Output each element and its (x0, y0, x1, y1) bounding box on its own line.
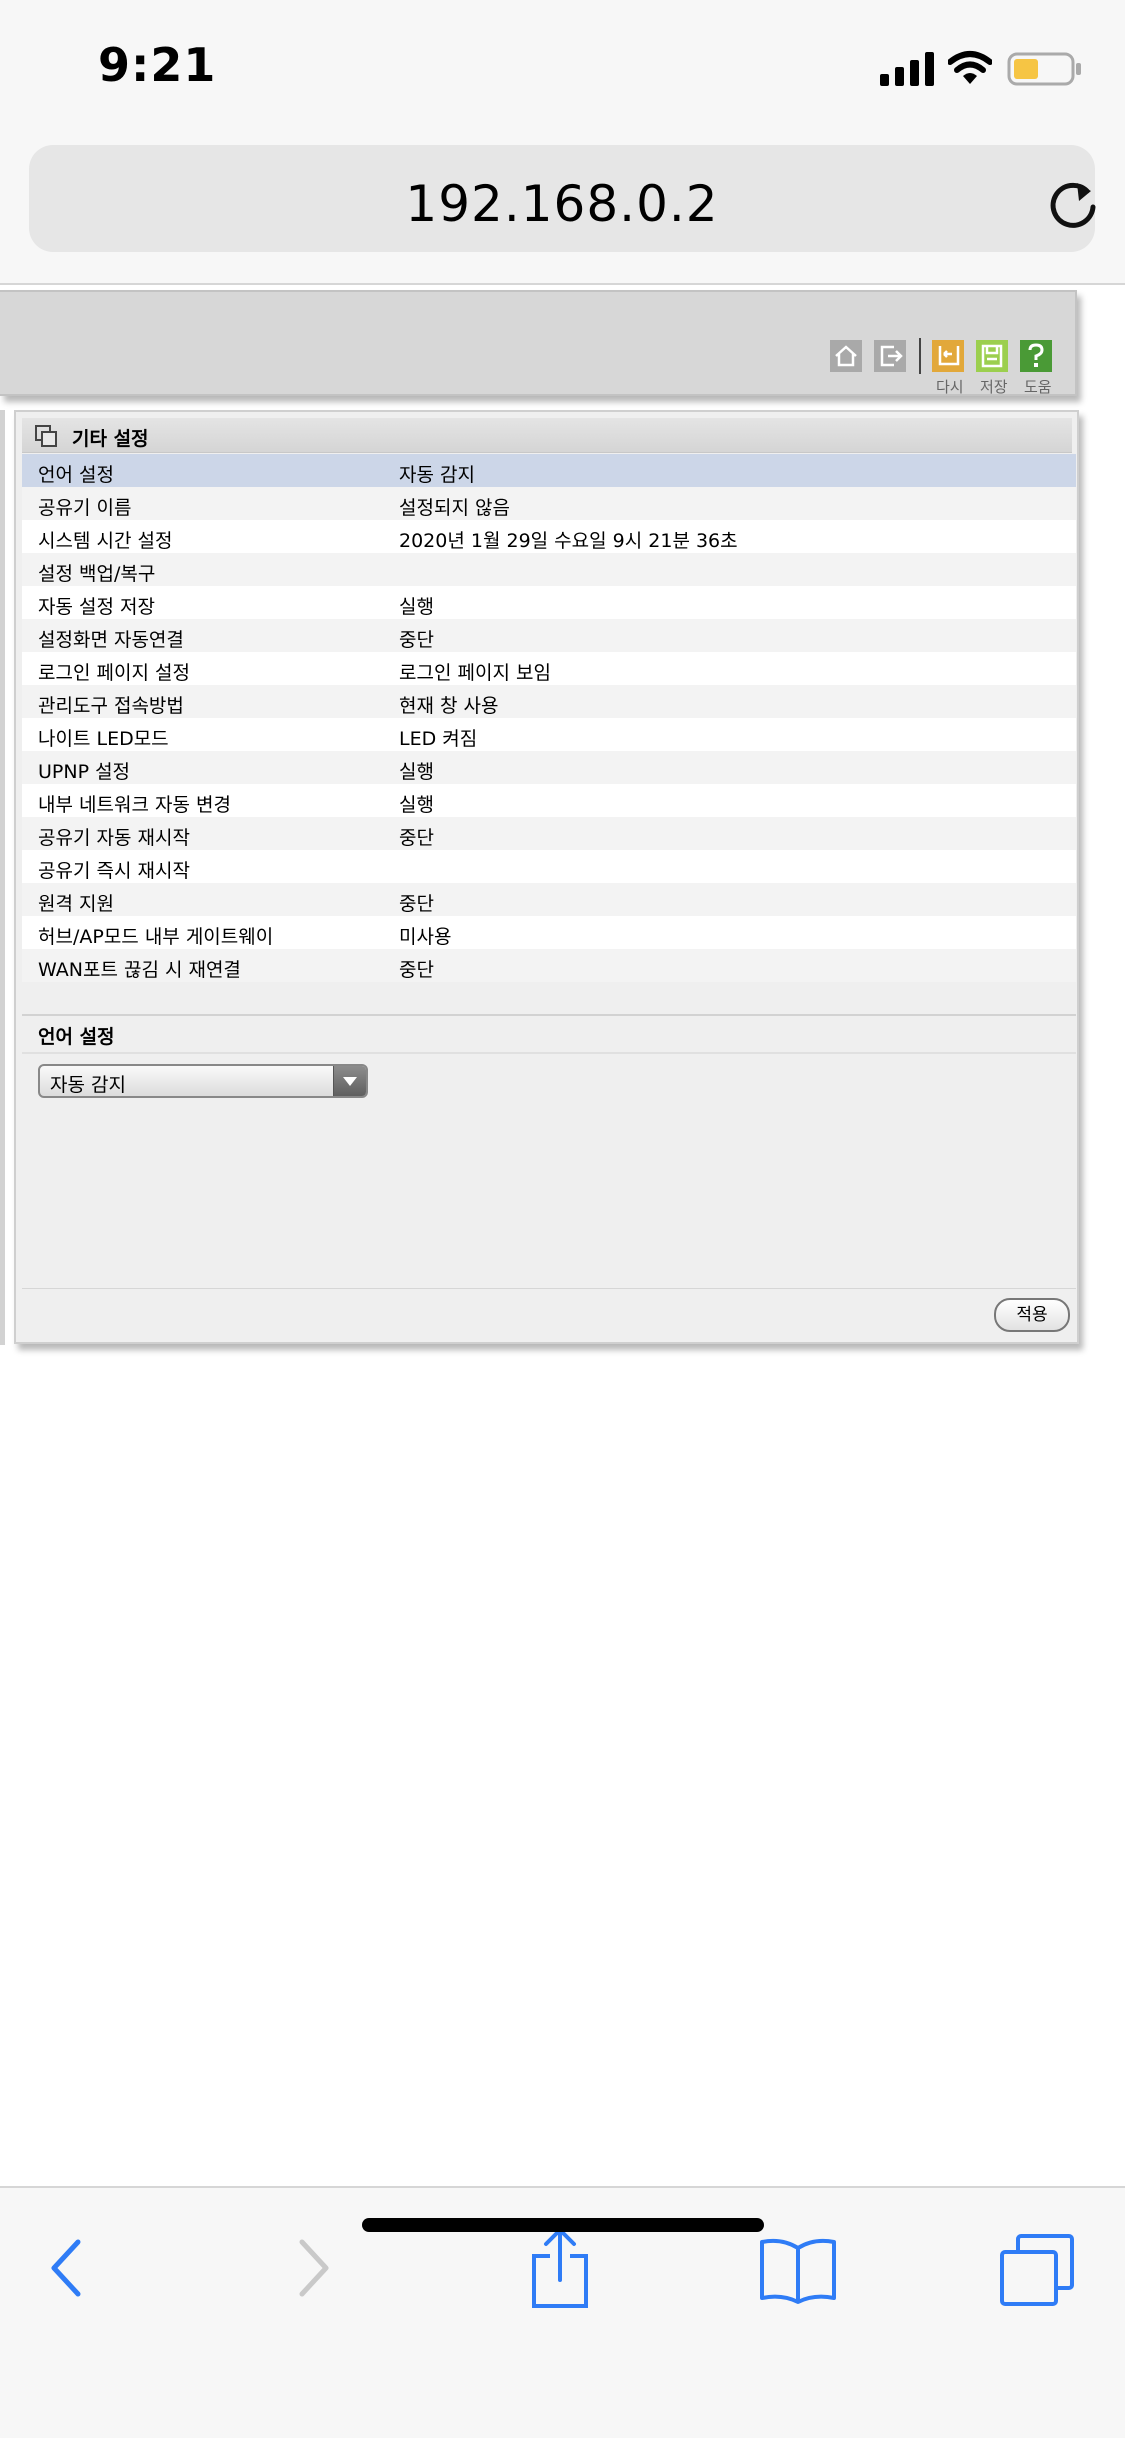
row-label[interactable]: 언어 설정 (38, 460, 114, 487)
settings-row[interactable]: 로그인 페이지 설정 로그인 페이지 보임 (22, 652, 1076, 685)
row-value: 로그인 페이지 보임 (399, 662, 551, 684)
row-value: LED 켜짐 (399, 728, 478, 750)
settings-row[interactable]: WAN포트 끊김 시 재연결 중단 (22, 949, 1076, 982)
row-value: 실행 (399, 596, 434, 618)
url-text[interactable]: 192.168.0.2 (29, 175, 1095, 233)
share-icon[interactable] (528, 2226, 592, 2310)
row-value: 자동 감지 (399, 464, 475, 486)
row-value: 중단 (399, 893, 434, 915)
address-bar[interactable]: 192.168.0.2 (29, 145, 1096, 252)
logout-icon[interactable] (874, 340, 906, 372)
help-label[interactable]: 도움 (1024, 376, 1052, 397)
row-value: 실행 (399, 761, 434, 783)
cellular-signal-icon (880, 52, 934, 86)
row-label[interactable]: 설정 백업/복구 (38, 559, 155, 586)
divider (22, 1288, 1076, 1289)
window-stack-icon (35, 425, 57, 447)
settings-row[interactable]: 허브/AP모드 내부 게이트웨이 미사용 (22, 916, 1076, 949)
settings-row[interactable]: 원격 지원 중단 (22, 883, 1076, 916)
row-value: 설정되지 않음 (399, 497, 510, 519)
wifi-icon (948, 51, 992, 84)
section-header: 언어 설정 (22, 1014, 1076, 1054)
row-value: 미사용 (399, 926, 452, 948)
row-label[interactable]: WAN포트 끊김 시 재연결 (38, 955, 241, 982)
row-label[interactable]: 허브/AP모드 내부 게이트웨이 (38, 922, 273, 949)
settings-row[interactable]: UPNP 설정 실행 (22, 751, 1076, 784)
reset-icon[interactable] (932, 340, 964, 372)
left-frame-edge (0, 410, 5, 1345)
help-icon[interactable] (1020, 340, 1052, 372)
row-value: 중단 (399, 827, 434, 849)
settings-row[interactable]: 시스템 시간 설정 2020년 1월 29일 수요일 9시 21분 36초 (22, 520, 1076, 553)
row-label[interactable]: UPNP 설정 (38, 757, 130, 784)
row-value: 실행 (399, 794, 434, 816)
home-indicator[interactable] (362, 2218, 764, 2232)
status-time: 9:21 (98, 38, 217, 92)
row-value: 현재 창 사용 (399, 695, 499, 717)
row-label[interactable]: 나이트 LED모드 (38, 724, 169, 751)
row-label[interactable]: 내부 네트워크 자동 변경 (38, 790, 231, 817)
settings-row[interactable]: 설정 백업/복구 (22, 553, 1076, 586)
row-label[interactable]: 공유기 이름 (38, 493, 131, 520)
dropdown-arrow-icon[interactable] (333, 1066, 366, 1096)
language-select[interactable]: 자동 감지 (38, 1064, 368, 1098)
browser-header: 192.168.0.2 (0, 135, 1125, 285)
row-label[interactable]: 시스템 시간 설정 (38, 526, 172, 553)
settings-panel: 기타 설정 언어 설정 자동 감지 공유기 이름 설정되지 않음 시스템 시간 설정… (14, 410, 1079, 1344)
row-label[interactable]: 관리도구 접속방법 (38, 691, 184, 718)
settings-row[interactable]: 공유기 자동 재시작 중단 (22, 817, 1076, 850)
row-label[interactable]: 공유기 자동 재시작 (38, 823, 190, 850)
reload-icon[interactable] (1047, 179, 1099, 231)
panel-header: 기타 설정 (22, 418, 1072, 453)
reset-label[interactable]: 다시 (936, 376, 964, 397)
router-top-frame: 다시 저장 도움 (0, 290, 1077, 396)
language-select-value[interactable]: 자동 감지 (50, 1070, 126, 1097)
battery-icon (1007, 52, 1081, 86)
toolbar-separator (919, 338, 921, 374)
save-icon[interactable] (976, 340, 1008, 372)
tabs-icon[interactable] (998, 2232, 1078, 2308)
settings-row[interactable]: 언어 설정 자동 감지 (22, 454, 1076, 487)
settings-row[interactable]: 내부 네트워크 자동 변경 실행 (22, 784, 1076, 817)
settings-row[interactable]: 설정화면 자동연결 중단 (22, 619, 1076, 652)
row-label[interactable]: 공유기 즉시 재시작 (38, 856, 190, 883)
panel-title: 기타 설정 (72, 428, 149, 450)
bookmarks-icon[interactable] (758, 2236, 838, 2306)
section-title: 언어 설정 (38, 1026, 115, 1048)
forward-icon[interactable] (292, 2236, 336, 2300)
home-icon[interactable] (830, 340, 862, 372)
settings-list: 언어 설정 자동 감지 공유기 이름 설정되지 않음 시스템 시간 설정 2020년 … (22, 454, 1076, 982)
row-label[interactable]: 로그인 페이지 설정 (38, 658, 190, 685)
row-label[interactable]: 설정화면 자동연결 (38, 625, 184, 652)
apply-button[interactable]: 적용 (994, 1298, 1070, 1332)
settings-row[interactable]: 관리도구 접속방법 현재 창 사용 (22, 685, 1076, 718)
status-bar: 9:21 (0, 0, 1125, 135)
settings-row[interactable]: 공유기 즉시 재시작 (22, 850, 1076, 883)
settings-row[interactable]: 자동 설정 저장 실행 (22, 586, 1076, 619)
back-icon[interactable] (44, 2236, 88, 2300)
row-value: 2020년 1월 29일 수요일 9시 21분 36초 (399, 530, 738, 552)
row-value: 중단 (399, 629, 434, 651)
settings-row[interactable]: 나이트 LED모드 LED 켜짐 (22, 718, 1076, 751)
settings-row[interactable]: 공유기 이름 설정되지 않음 (22, 487, 1076, 520)
save-label[interactable]: 저장 (980, 376, 1008, 397)
row-label[interactable]: 자동 설정 저장 (38, 592, 155, 619)
row-value: 중단 (399, 959, 434, 981)
row-label[interactable]: 원격 지원 (38, 889, 114, 916)
